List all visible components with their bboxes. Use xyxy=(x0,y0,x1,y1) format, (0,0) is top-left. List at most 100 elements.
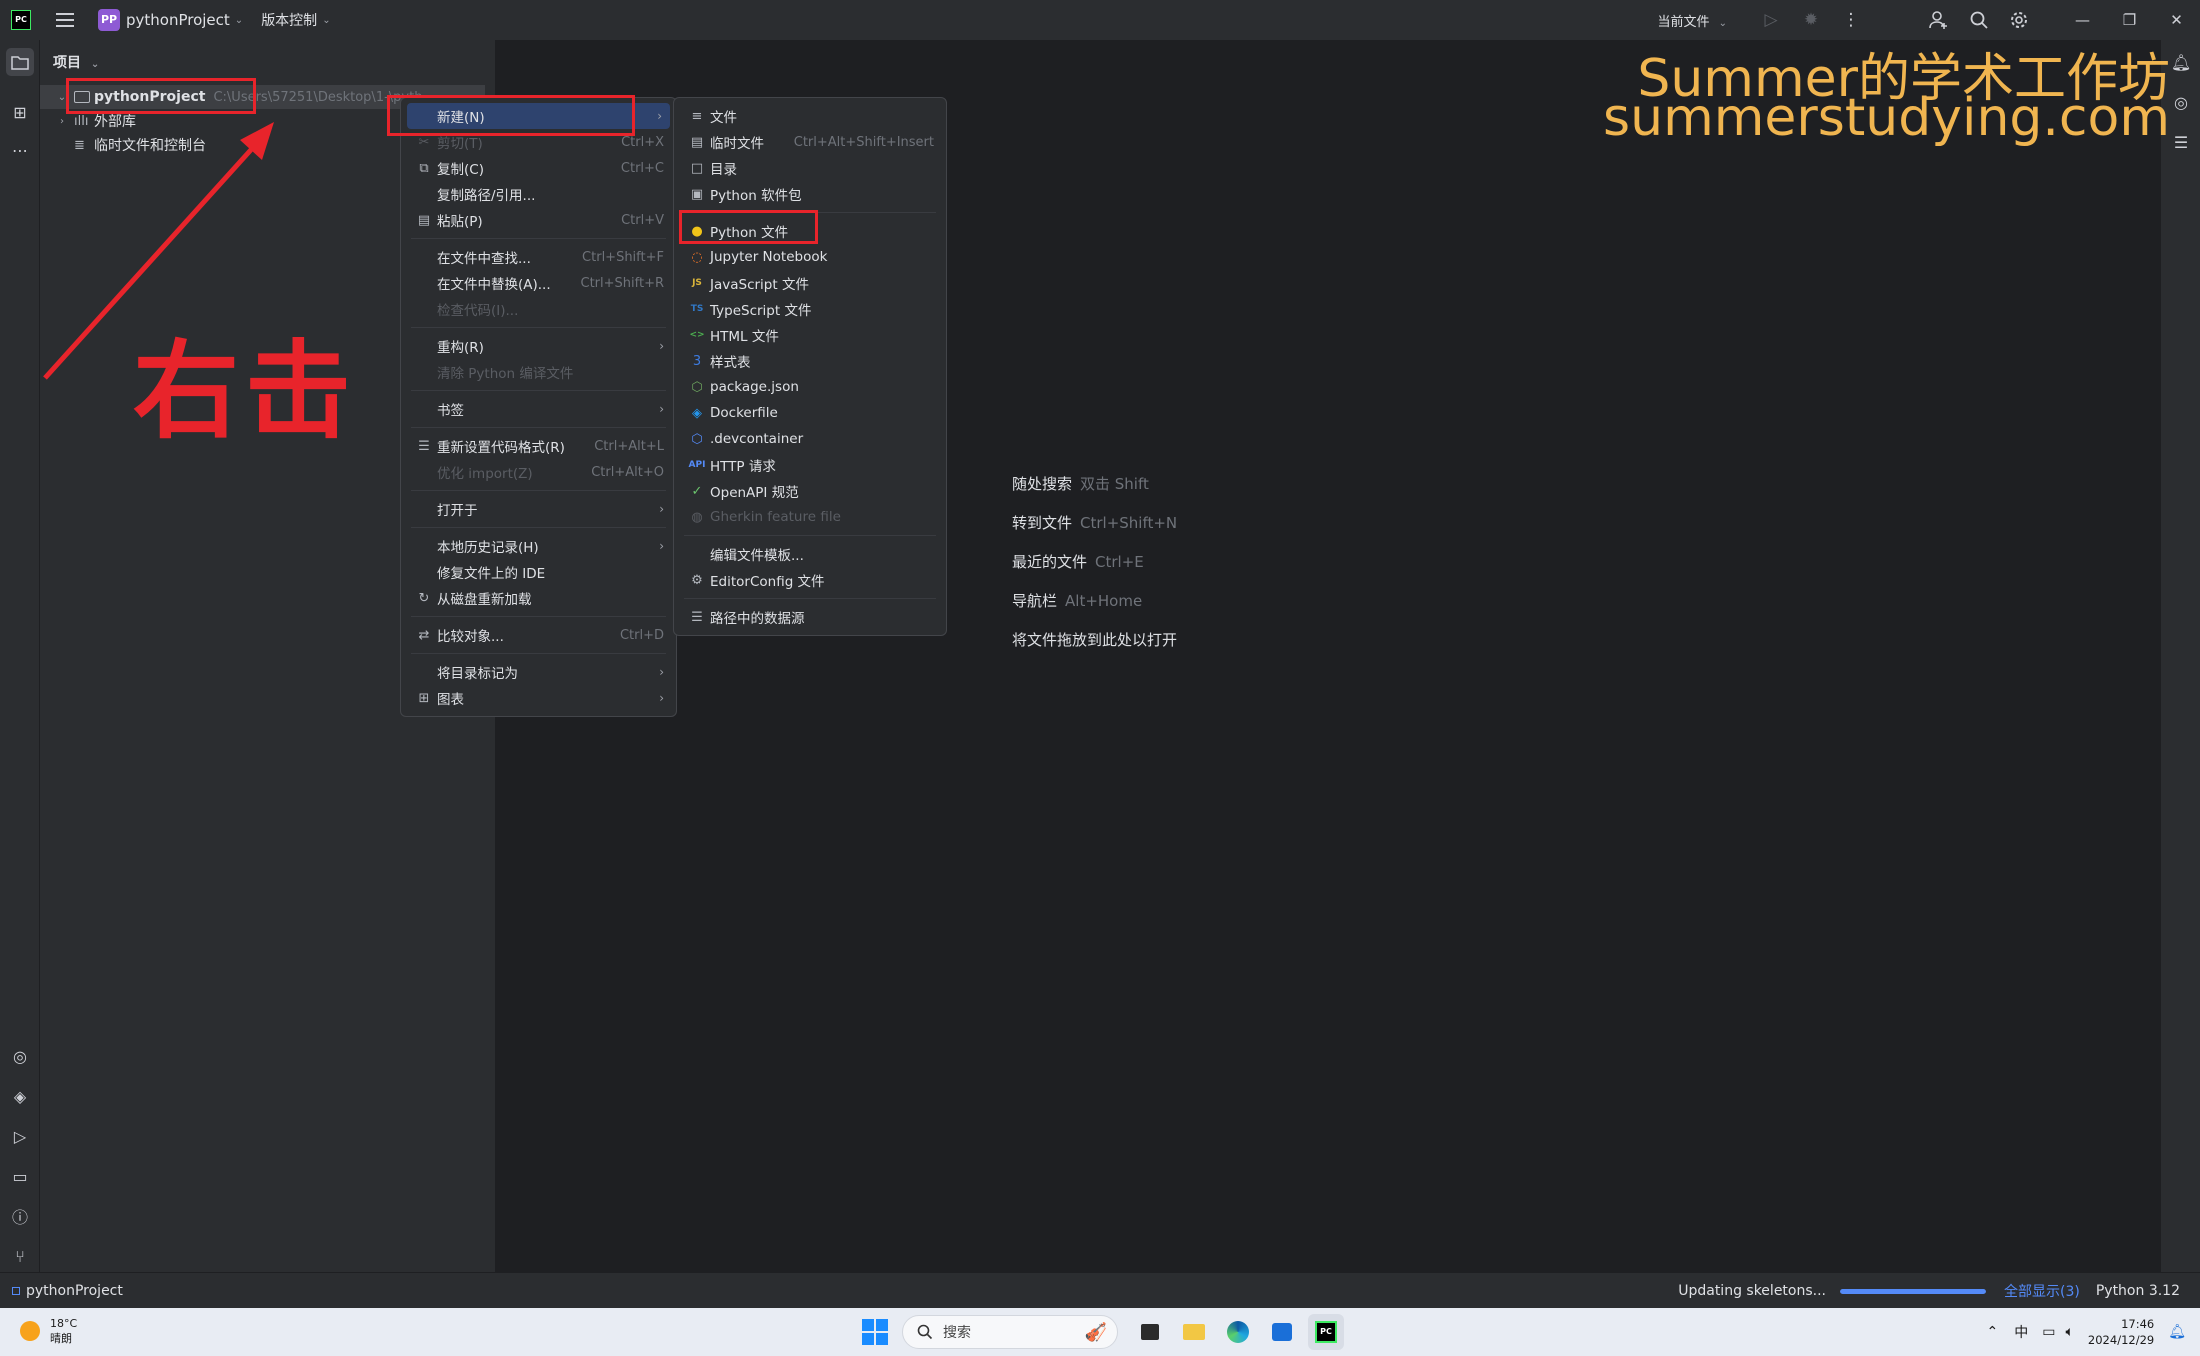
menu-item-label: HTML 文件 xyxy=(710,329,779,345)
python-console-icon[interactable]: ◎ xyxy=(6,1042,34,1070)
new-submenu-item[interactable]: ⬡ package.json xyxy=(674,374,946,400)
folder-icon[interactable] xyxy=(1176,1314,1212,1350)
project-square-icon xyxy=(12,1286,20,1295)
menu-item-shortcut: Ctrl+D xyxy=(619,627,664,643)
search-icon[interactable] xyxy=(1959,0,1999,40)
network-icon[interactable]: ▭ xyxy=(2042,1324,2055,1340)
menu-item-shortcut: Ctrl+X xyxy=(621,134,664,150)
more-icon[interactable]: ⋮ xyxy=(1831,0,1871,40)
context-menu-item[interactable]: 书签 › xyxy=(401,396,676,422)
run-icon[interactable]: ▷ xyxy=(1751,0,1791,40)
menu-item-label: 比较对象... xyxy=(437,629,504,645)
new-submenu-item[interactable]: ▤ 临时文件 Ctrl+Alt+Shift+Insert xyxy=(674,129,946,155)
services-icon[interactable]: ▷ xyxy=(6,1122,34,1150)
restore-button[interactable]: ❐ xyxy=(2106,0,2153,40)
context-menu-item[interactable]: 将目录标记为 › xyxy=(401,659,676,685)
new-submenu-item[interactable]: <> HTML 文件 xyxy=(674,322,946,348)
context-menu-item[interactable]: 在文件中查找... Ctrl+Shift+F xyxy=(401,244,676,270)
menu-item-label: 在文件中替换(A)... xyxy=(437,277,551,293)
new-submenu-item[interactable]: ☰ 路径中的数据源 xyxy=(674,604,946,630)
close-button[interactable]: ✕ xyxy=(2153,0,2200,40)
menu-item-label: 重新设置代码格式(R) xyxy=(437,440,565,456)
status-project[interactable]: pythonProject xyxy=(12,1283,123,1299)
menu-item-shortcut: Ctrl+Alt+L xyxy=(594,438,664,454)
new-submenu-item[interactable]: ≡ 文件 xyxy=(674,103,946,129)
progress-fill xyxy=(1840,1288,1986,1294)
terminal-icon[interactable]: ▭ xyxy=(6,1162,34,1190)
menu-separator xyxy=(411,616,666,617)
problems-icon[interactable]: ⓘ xyxy=(6,1202,34,1230)
temperature-label: 18°C xyxy=(50,1317,78,1330)
context-menu-item[interactable]: 修复文件上的 IDE xyxy=(401,559,676,585)
settings-icon[interactable] xyxy=(1999,0,2039,40)
hint-shortcut: 双击 Shift xyxy=(1080,475,1149,493)
edge-icon[interactable] xyxy=(1220,1314,1256,1350)
context-menu-item[interactable]: ↻ 从磁盘重新加载 xyxy=(401,585,676,611)
clock[interactable]: 17:46 2024/12/29 xyxy=(2088,1316,2154,1348)
context-menu-item: 优化 import(Z) Ctrl+Alt+O xyxy=(401,459,676,485)
menu-item-icon: ✂ xyxy=(418,134,430,150)
store-icon[interactable] xyxy=(1264,1314,1300,1350)
ime-indicator[interactable]: 中 xyxy=(2014,1322,2028,1342)
database-icon[interactable]: ☰ xyxy=(2167,128,2195,156)
context-menu-item[interactable]: ▤ 粘贴(P) Ctrl+V xyxy=(401,207,676,233)
task-view-icon[interactable] xyxy=(1132,1314,1168,1350)
new-submenu-item[interactable]: ⬡ .devcontainer xyxy=(674,426,946,452)
menu-item-label: 优化 import(Z) xyxy=(437,466,533,482)
run-config-selector[interactable]: 当前文件 ⌄ xyxy=(1657,11,1727,30)
menu-item-label: 路径中的数据源 xyxy=(710,611,805,627)
hint-shortcut: Ctrl+E xyxy=(1095,553,1144,571)
add-user-icon[interactable] xyxy=(1919,0,1959,40)
new-submenu-item[interactable]: TS TypeScript 文件 xyxy=(674,296,946,322)
context-menu-item[interactable]: 在文件中替换(A)... Ctrl+Shift+R xyxy=(401,270,676,296)
context-menu-item[interactable]: 打开于 › xyxy=(401,496,676,522)
python-packages-icon[interactable]: ◈ xyxy=(6,1082,34,1110)
hint-label: 导航栏 xyxy=(1012,592,1058,610)
menu-item-label: Python 软件包 xyxy=(710,188,802,204)
new-submenu: ≡ 文件 ▤ 临时文件 Ctrl+Alt+Shift+Insert □ 目录 ▣ Python … xyxy=(673,97,947,636)
new-submenu-item[interactable]: ◈ Dockerfile xyxy=(674,400,946,426)
context-menu-item[interactable]: ⊞ 图表 › xyxy=(401,685,676,711)
new-submenu-item[interactable]: 3 样式表 xyxy=(674,348,946,374)
chevron-right-icon: › xyxy=(659,402,664,416)
context-menu-item[interactable]: 复制路径/引用... xyxy=(401,181,676,207)
new-submenu-item[interactable]: ⚙ EditorConfig 文件 xyxy=(674,567,946,593)
right-tool-strip: 🔔︎ ◎ ☰ xyxy=(2160,40,2200,1272)
taskbar-search[interactable]: 搜索 🎻 xyxy=(902,1315,1118,1349)
menu-item-label: OpenAPI 规范 xyxy=(710,485,799,501)
git-icon[interactable]: ⑂ xyxy=(6,1242,34,1270)
weather-widget[interactable]: 18°C 晴朗 xyxy=(20,1316,77,1346)
pycharm-icon[interactable]: PC xyxy=(1308,1314,1344,1350)
interpreter-selector[interactable]: Python 3.12 xyxy=(2096,1283,2180,1299)
menu-item-shortcut: Ctrl+Shift+R xyxy=(580,275,665,291)
context-menu-item[interactable]: 重构(R) › xyxy=(401,333,676,359)
chevron-up-icon[interactable]: ⌃ xyxy=(1987,1324,1999,1340)
new-submenu-item[interactable]: □ 目录 xyxy=(674,155,946,181)
debug-icon[interactable]: ✹ xyxy=(1791,0,1831,40)
minimize-button[interactable]: — xyxy=(2059,0,2106,40)
new-submenu-item[interactable]: 编辑文件模板... xyxy=(674,541,946,567)
notifications-icon[interactable]: 🔔︎ xyxy=(2167,48,2195,76)
ai-assistant-icon[interactable]: ◎ xyxy=(2167,88,2195,116)
context-menu-item[interactable]: 本地历史记录(H) › xyxy=(401,533,676,559)
notification-bell-icon[interactable]: 🔔︎ xyxy=(2168,1324,2186,1340)
context-menu-item[interactable]: ☰ 重新设置代码格式(R) Ctrl+Alt+L xyxy=(401,433,676,459)
menu-item-label: 将目录标记为 xyxy=(437,666,518,682)
menu-item-label: HTTP 请求 xyxy=(710,459,776,475)
volume-icon[interactable]: 🔈︎ xyxy=(2066,1324,2074,1340)
new-submenu-item[interactable]: ✓ OpenAPI 规范 xyxy=(674,478,946,504)
new-submenu-item[interactable]: ▣ Python 软件包 xyxy=(674,181,946,207)
start-button[interactable] xyxy=(862,1319,888,1345)
menu-item-icon: ◈ xyxy=(692,405,702,421)
menu-separator xyxy=(684,598,936,599)
context-menu-item[interactable]: ⇄ 比较对象... Ctrl+D xyxy=(401,622,676,648)
background-task-label[interactable]: Updating skeletons... xyxy=(1678,1283,1826,1299)
new-submenu-item[interactable]: ◌ Jupyter Notebook xyxy=(674,244,946,270)
show-all-tasks-link[interactable]: 全部显示(3) xyxy=(2004,1281,2080,1301)
new-submenu-item[interactable]: JS JavaScript 文件 xyxy=(674,270,946,296)
chevron-right-icon: › xyxy=(659,539,664,553)
context-menu-item[interactable]: ⧉ 复制(C) Ctrl+C xyxy=(401,155,676,181)
menu-separator xyxy=(411,238,666,239)
context-menu-item: 清除 Python 编译文件 xyxy=(401,359,676,385)
new-submenu-item[interactable]: API HTTP 请求 xyxy=(674,452,946,478)
